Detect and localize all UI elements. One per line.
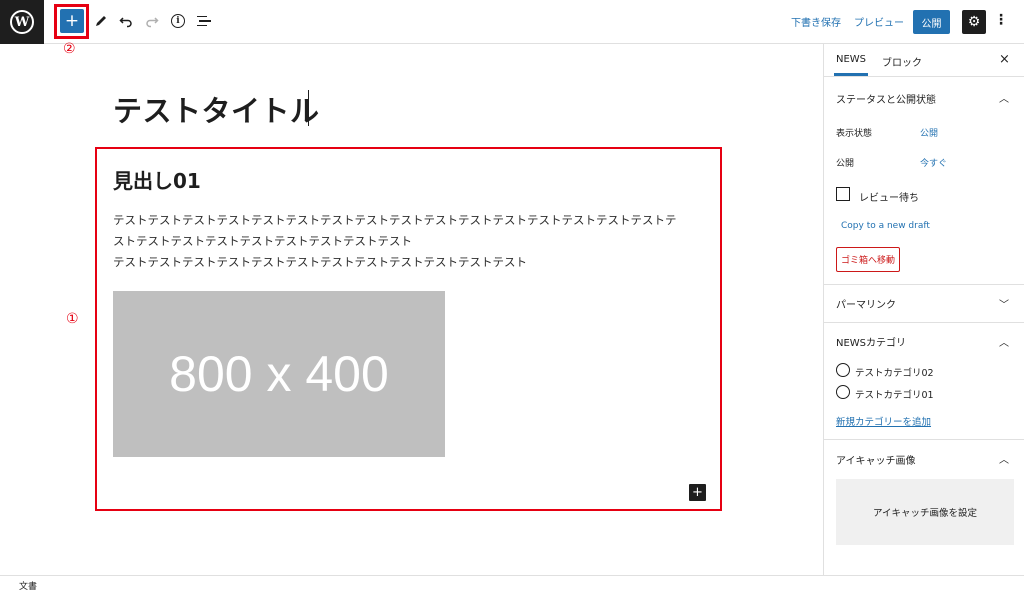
featured-image-panel-title[interactable]: アイキャッチ画像 [836,452,916,467]
chevron-up-icon[interactable]: ︿ [999,90,1009,105]
block-breadcrumb-bar: 文書 [0,575,1024,593]
category-radio[interactable] [836,385,850,399]
wordpress-logo-button[interactable]: W [0,0,44,44]
gear-icon: ⚙ [967,14,981,30]
post-title[interactable]: テストタイトル [113,88,320,130]
category-label: テストカテゴリ02 [855,368,934,379]
undo-icon[interactable] [116,11,136,31]
chevron-up-icon[interactable]: ︿ [999,451,1009,466]
pencil-glyph [96,16,106,26]
image-placeholder-label: 800 x 400 [169,346,389,402]
set-featured-image-button[interactable]: アイキャッチ画像を設定 [836,479,1014,545]
paragraph-line: ストテストテストテストテストテストテストテストテスト [113,234,412,248]
add-block-button[interactable]: + [60,9,84,33]
paragraph-block[interactable]: テストテストテストテストテストテストテストテストテストテストテストテストテストテ… [113,210,711,273]
status-panel-title[interactable]: ステータスと公開状態 [836,91,936,106]
heading-block[interactable]: 見出し01 [113,165,201,194]
sidebar-tabs: NEWS ブロック × [824,44,1024,77]
block-inserter-button[interactable]: + [689,484,706,501]
paragraph-line: テストテストテストテストテストテストテストテストテストテストテストテスト [113,255,527,269]
panel-divider [824,439,1024,440]
list-view-icon [197,15,211,27]
category-panel-title[interactable]: NEWSカテゴリ [836,334,906,349]
tab-post[interactable]: NEWS [833,54,869,76]
pencil-icon[interactable] [91,11,111,31]
image-block[interactable]: 800 x 400 [113,291,445,457]
block-editor: W + ② i 下書き保存 プレビュー 公開 ⚙ ⋮ テストタイトル ① 見出し… [0,0,1024,593]
info-icon: i [171,14,185,28]
tab-block[interactable]: ブロック [882,54,922,69]
add-new-category-link[interactable]: 新規カテゴリーを追加 [836,414,931,428]
close-icon[interactable]: × [999,52,1010,67]
breadcrumb-document[interactable]: 文書 [19,579,37,592]
publish-button[interactable]: 公開 [913,10,950,34]
publish-date-link[interactable]: 今すぐ [920,156,947,169]
pending-review-checkbox[interactable] [836,187,850,201]
save-draft-button[interactable]: 下書き保存 [791,14,841,29]
publish-date-label: 公開 [836,159,855,169]
annotation-marker-2: ② [63,41,76,57]
visibility-value-link[interactable]: 公開 [920,126,938,139]
category-radio[interactable] [836,363,850,377]
permalink-panel-title[interactable]: パーマリンク [836,296,896,311]
settings-button[interactable]: ⚙ [962,10,986,34]
wordpress-icon: W [10,10,34,34]
visibility-label: 表示状態 [836,129,873,139]
plus-icon: + [64,10,80,31]
plus-icon: + [692,485,703,500]
text-caret [308,90,309,126]
settings-sidebar: NEWS ブロック × ステータスと公開状態 ︿ 表示状態 公開 公開 今すぐ … [823,44,1024,575]
more-options-icon[interactable]: ⋮ [994,12,1008,28]
redo-icon[interactable] [142,11,162,31]
undo-glyph [119,17,132,28]
copy-draft-link[interactable]: Copy to a new draft [841,221,930,231]
wordpress-logo-letter: W [14,14,30,30]
panel-divider [824,322,1024,323]
list-view-button[interactable] [194,11,214,31]
paragraph-line: テストテストテストテストテストテストテストテストテストテストテストテストテストテ… [113,213,677,227]
chevron-down-icon[interactable]: ﹀ [999,296,1009,311]
info-button[interactable]: i [168,11,188,31]
pending-review-label: レビュー待ち [859,193,919,204]
move-to-trash-button[interactable]: ゴミ箱へ移動 [836,247,900,272]
redo-glyph [146,17,159,28]
editor-header: W + ② i 下書き保存 プレビュー 公開 ⚙ ⋮ [0,0,1024,57]
annotation-marker-1: ① [66,311,79,327]
panel-divider [824,284,1024,285]
category-label: テストカテゴリ01 [855,390,934,401]
preview-button[interactable]: プレビュー [854,14,904,29]
chevron-up-icon[interactable]: ︿ [999,334,1009,349]
